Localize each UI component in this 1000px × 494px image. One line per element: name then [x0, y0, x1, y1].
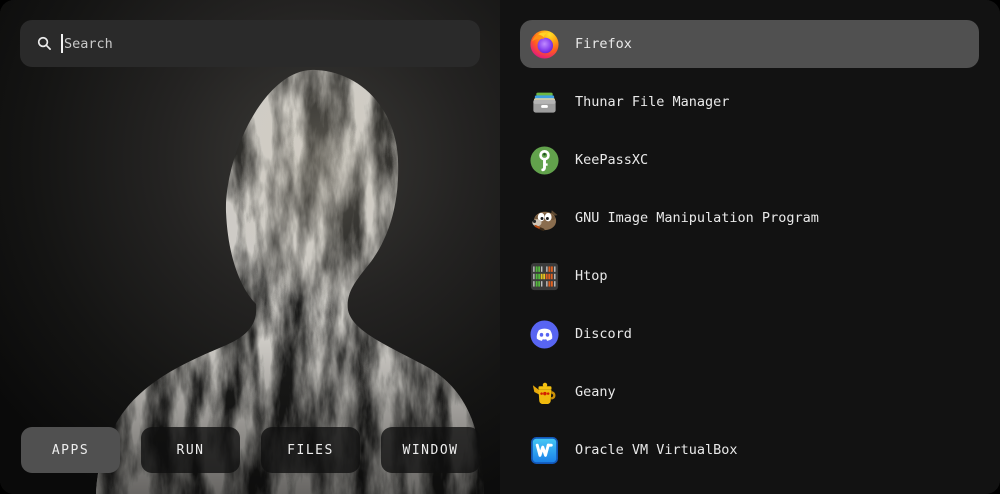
- app-item-oracle-vm-virtualbox[interactable]: Oracle VM VirtualBox: [520, 426, 979, 474]
- background-art: [0, 0, 500, 494]
- tab-window[interactable]: WINDOW: [381, 427, 480, 473]
- search-input[interactable]: Search: [20, 20, 480, 67]
- app-label: Oracle VM VirtualBox: [575, 442, 738, 458]
- geany-icon: [529, 377, 560, 408]
- tab-label: RUN: [177, 443, 205, 458]
- app-label: Thunar File Manager: [575, 94, 729, 110]
- app-item-keepassxc[interactable]: KeePassXC: [520, 136, 979, 184]
- app-label: GNU Image Manipulation Program: [575, 210, 819, 226]
- app-label: Geany: [575, 384, 616, 400]
- tab-label: WINDOW: [403, 443, 459, 458]
- app-label: Htop: [575, 268, 608, 284]
- app-label: Firefox: [575, 36, 632, 52]
- app-launcher-window: Search APPS RUN FILES WINDOW Firefox Thunar …: [0, 0, 1000, 494]
- thunar-icon: [529, 87, 560, 118]
- firefox-icon: [529, 29, 560, 60]
- app-list: Firefox Thunar File Manager KeePassXC GNU I…: [500, 0, 1000, 494]
- tab-apps[interactable]: APPS: [21, 427, 120, 473]
- app-item-thunar-file-manager[interactable]: Thunar File Manager: [520, 78, 979, 126]
- mode-tabs: APPS RUN FILES WINDOW: [21, 427, 480, 473]
- app-label: Discord: [575, 326, 632, 342]
- app-item-geany[interactable]: Geany: [520, 368, 979, 416]
- tab-label: APPS: [52, 443, 89, 458]
- app-item-gnu-image-manipulation-program[interactable]: GNU Image Manipulation Program: [520, 194, 979, 242]
- keepassxc-icon: [529, 145, 560, 176]
- discord-icon: [529, 319, 560, 350]
- app-item-discord[interactable]: Discord: [520, 310, 979, 358]
- tab-label: FILES: [287, 443, 334, 458]
- app-label: KeePassXC: [575, 152, 648, 168]
- virtualbox-icon: [529, 435, 560, 466]
- htop-icon: [529, 261, 560, 292]
- app-item-htop[interactable]: Htop: [520, 252, 979, 300]
- left-pane: Search APPS RUN FILES WINDOW: [0, 0, 500, 494]
- tab-run[interactable]: RUN: [141, 427, 240, 473]
- gimp-icon: [529, 203, 560, 234]
- search-placeholder: Search: [64, 36, 113, 52]
- search-icon: [36, 35, 53, 52]
- app-item-firefox[interactable]: Firefox: [520, 20, 979, 68]
- text-cursor: [61, 34, 63, 53]
- tab-files[interactable]: FILES: [261, 427, 360, 473]
